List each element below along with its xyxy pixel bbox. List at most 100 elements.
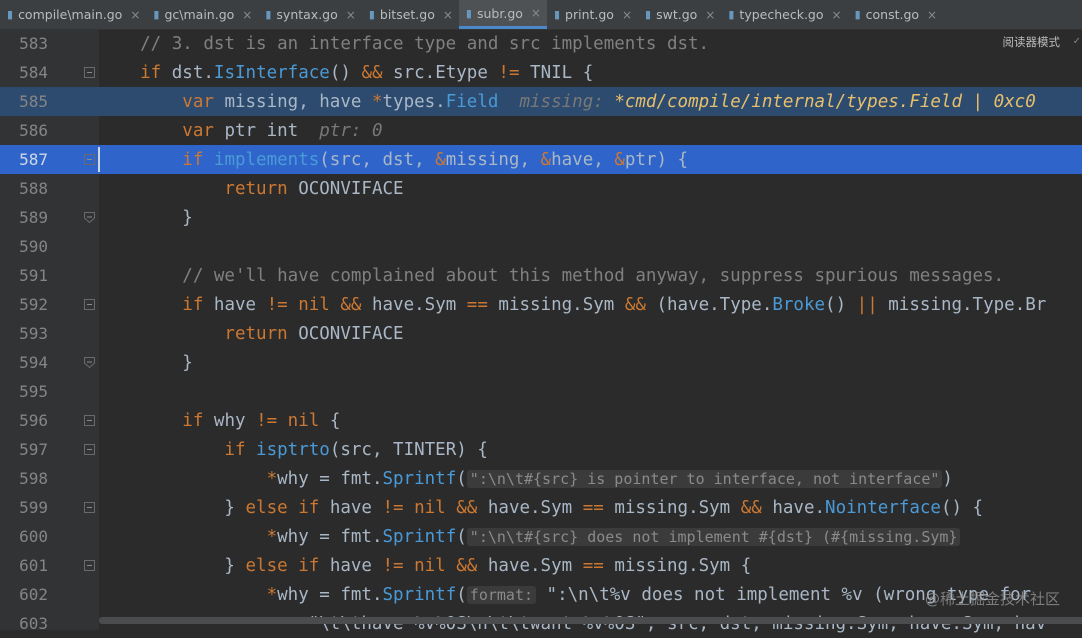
horizontal-scrollbar[interactable] — [99, 617, 1082, 624]
go-file-icon: ▮ — [465, 6, 472, 20]
code-line[interactable]: 587 if implements(src, dst, &missing, &h… — [0, 145, 1082, 174]
token: if — [98, 410, 214, 431]
code-line[interactable]: 601 } else if have != nil && have.Sym ==… — [0, 551, 1082, 580]
fold-icon[interactable] — [84, 299, 95, 310]
tab-1[interactable]: ▮ gc\main.go × — [146, 0, 258, 29]
token: Nointerface — [825, 497, 941, 518]
token: () { — [940, 497, 984, 518]
token: missing, have — [224, 91, 372, 112]
close-icon[interactable]: × — [622, 8, 632, 22]
fold-icon[interactable] — [84, 357, 95, 368]
code-line[interactable]: 594 } — [0, 348, 1082, 377]
token: ( — [456, 526, 467, 547]
token: == — [466, 294, 488, 315]
code-line[interactable]: 597 if isptrto(src, TINTER) { — [0, 435, 1082, 464]
close-icon[interactable]: × — [346, 8, 356, 22]
close-icon[interactable]: × — [832, 8, 842, 22]
line-number: 586 — [19, 121, 48, 140]
token: } — [98, 207, 193, 228]
token: have. — [761, 497, 826, 518]
fold-icon[interactable] — [84, 154, 95, 165]
line-number: 590 — [19, 237, 48, 256]
token: Sprintf — [382, 468, 457, 489]
line-number: 603 — [19, 614, 48, 633]
code-line[interactable]: 595 — [0, 377, 1082, 406]
code-line[interactable]: 589 } — [0, 203, 1082, 232]
token: } — [98, 352, 193, 373]
token: have — [213, 294, 267, 315]
code-text: } else if have != nil && have.Sym == mis… — [98, 498, 983, 518]
code-line[interactable]: 588 return OCONVIFACE — [0, 174, 1082, 203]
code-text: return OCONVIFACE — [98, 324, 403, 344]
token: why = fmt. — [277, 584, 383, 605]
token: == — [582, 497, 604, 518]
line-number: 592 — [19, 295, 48, 314]
code-line[interactable]: 598 *why = fmt.Sprintf(":\n\t#{src} is p… — [0, 464, 1082, 493]
reader-mode-toggle[interactable]: 阅读器模式 — [1003, 34, 1061, 50]
close-icon[interactable]: × — [531, 6, 541, 20]
token: if — [98, 149, 214, 170]
token: OCONVIFACE — [298, 178, 404, 199]
code-line[interactable]: 592 if have != nil && have.Sym == missin… — [0, 290, 1082, 319]
token: != — [266, 294, 288, 315]
inspection-icon[interactable]: ✓ — [1073, 34, 1080, 47]
code-line[interactable]: 583 // 3. dst is an interface type and s… — [0, 29, 1082, 58]
code-line[interactable]: 590 — [0, 232, 1082, 261]
fold-icon[interactable] — [84, 212, 95, 223]
fold-icon[interactable] — [84, 67, 95, 78]
line-number: 589 — [19, 208, 48, 227]
code-line[interactable]: 596 if why != nil { — [0, 406, 1082, 435]
go-file-icon: ▮ — [265, 8, 272, 21]
fold-icon[interactable] — [84, 415, 95, 426]
close-icon[interactable]: × — [705, 8, 715, 22]
code-line[interactable]: 593 return OCONVIFACE — [0, 319, 1082, 348]
code-text: var missing, have *types.Field missing: … — [98, 91, 1035, 112]
code-line[interactable]: 600 *why = fmt.Sprintf(":\n\t#{src} does… — [0, 522, 1082, 551]
tab-3[interactable]: ▮ bitset.go × — [362, 0, 459, 29]
token: && — [456, 555, 478, 576]
code-line[interactable]: 584 if dst.IsInterface() && src.Etype !=… — [0, 58, 1082, 87]
line-number: 583 — [19, 34, 48, 53]
code-line[interactable]: 602 *why = fmt.Sprintf(format: ":\n\t%v … — [0, 580, 1082, 609]
token: missing.Type.Br — [877, 294, 1047, 315]
tab-0[interactable]: ▮ compile\main.go × — [0, 0, 146, 29]
go-file-icon: ▮ — [728, 8, 735, 21]
token: * — [371, 91, 383, 112]
close-icon[interactable]: × — [443, 8, 453, 22]
tab-6[interactable]: ▮ swt.go × — [638, 0, 721, 29]
token: missing.Sym — [487, 294, 625, 315]
token: ":\n\t#{src} does not implement #{dst} (… — [466, 527, 961, 546]
tab-4[interactable]: ▮ subr.go × — [458, 0, 547, 29]
code-line[interactable]: 591 // we'll have complained about this … — [0, 261, 1082, 290]
code-line[interactable]: 586 var ptr int ptr: 0 — [0, 116, 1082, 145]
token: { — [329, 410, 341, 431]
token: have — [329, 555, 383, 576]
fold-icon[interactable] — [84, 444, 95, 455]
close-icon[interactable]: × — [927, 8, 937, 22]
close-icon[interactable]: × — [130, 8, 140, 22]
tab-label: typecheck.go — [739, 7, 824, 22]
code-line[interactable]: 599 } else if have != nil && have.Sym ==… — [0, 493, 1082, 522]
code-line[interactable]: 585 var missing, have *types.Field missi… — [0, 87, 1082, 116]
token: isptrto — [256, 439, 330, 460]
fold-icon[interactable] — [84, 560, 95, 571]
token: Broke — [772, 294, 826, 315]
line-number: 591 — [19, 266, 48, 285]
tab-5[interactable]: ▮ print.go × — [547, 0, 638, 29]
token: nil — [403, 555, 457, 576]
token: Sprintf — [382, 584, 457, 605]
line-number: 593 — [19, 324, 48, 343]
token: have.Sym — [477, 555, 583, 576]
token: if — [98, 294, 214, 315]
tab-label: const.go — [865, 7, 920, 22]
go-file-icon: ▮ — [153, 8, 160, 21]
code-text: } else if have != nil && have.Sym == mis… — [98, 556, 751, 576]
close-icon[interactable]: × — [242, 8, 252, 22]
tab-label: swt.go — [656, 7, 698, 22]
fold-icon[interactable] — [84, 502, 95, 513]
tab-2[interactable]: ▮ syntax.go × — [258, 0, 361, 29]
token: () — [329, 62, 362, 83]
tab-8[interactable]: ▮ const.go × — [848, 0, 944, 29]
token: ptr) { — [624, 149, 689, 170]
tab-7[interactable]: ▮ typecheck.go × — [721, 0, 847, 29]
